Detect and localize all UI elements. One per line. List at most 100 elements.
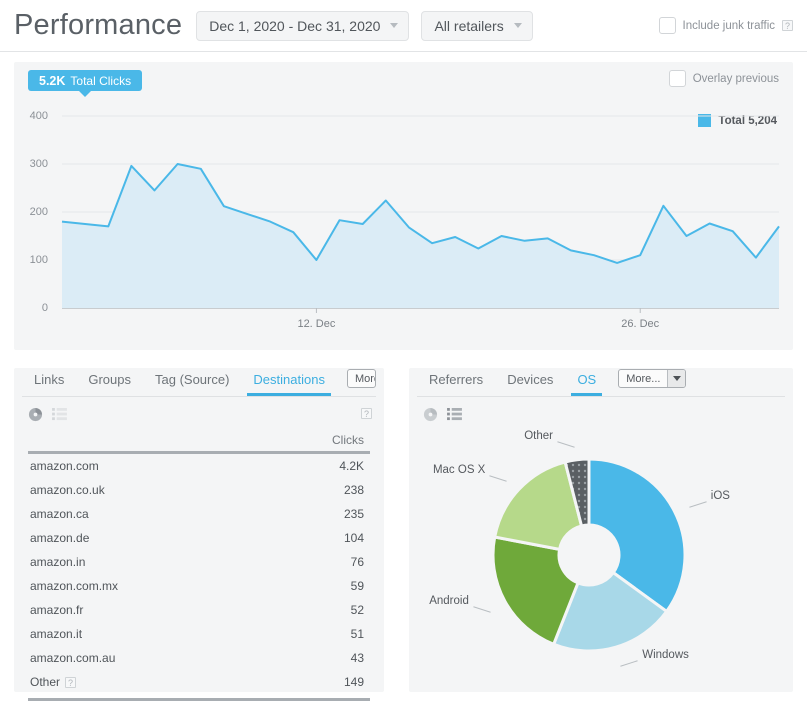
table-row[interactable]: amazon.com.mx 59 xyxy=(28,574,370,598)
row-label: amazon.com.mx xyxy=(30,579,118,593)
slice-label: Mac OS X xyxy=(432,464,486,477)
more-tabs-select[interactable]: More... xyxy=(618,369,687,388)
include-junk-traffic-control: Include junk traffic ? xyxy=(658,17,793,34)
retailer-filter-label: All retailers xyxy=(434,17,504,34)
row-label-text: amazon.it xyxy=(30,627,83,641)
help-icon[interactable]: ? xyxy=(361,408,372,419)
y-axis-tick: 100 xyxy=(29,254,48,266)
overlay-previous-checkbox[interactable] xyxy=(668,70,686,87)
destinations-view-toggle: ? xyxy=(14,397,384,427)
more-tabs-label: More... xyxy=(626,372,661,385)
destinations-panel: LinksGroupsTag (Source)Destinations More.… xyxy=(14,368,384,701)
tab-groups[interactable]: Groups xyxy=(76,368,143,395)
performance-dashboard: Performance Dec 1, 2020 - Dec 31, 2020 A… xyxy=(0,0,807,706)
list-view-icon[interactable] xyxy=(447,408,462,426)
row-value: 104 xyxy=(343,531,364,545)
page-title: Performance xyxy=(14,9,183,41)
x-axis-tick: 12. Dec xyxy=(297,318,336,330)
destinations-tabbar: LinksGroupsTag (Source)Destinations More.… xyxy=(22,368,376,397)
row-label-text: amazon.co.uk xyxy=(30,483,105,497)
pie-chart-icon[interactable] xyxy=(423,407,438,427)
slice-label: Android xyxy=(429,594,469,607)
table-row[interactable]: amazon.com.au 43 xyxy=(28,646,370,670)
overlay-previous-label: Overlay previous xyxy=(692,72,779,85)
x-axis-tick: 26. Dec xyxy=(621,318,660,330)
total-clicks-label: Total Clicks xyxy=(70,73,132,88)
slice-label: Windows xyxy=(642,648,689,661)
badge-pointer-icon xyxy=(79,91,92,97)
clicks-chart-svg xyxy=(61,115,780,313)
clicks-chart-card: 5.2K Total Clicks Overlay previous Total… xyxy=(14,62,793,350)
y-axis-tick: 400 xyxy=(29,110,48,122)
row-label-text: amazon.com.au xyxy=(30,651,116,665)
row-label: amazon.fr xyxy=(30,603,83,617)
table-footer-rule xyxy=(28,698,370,701)
more-tabs-select[interactable]: More... xyxy=(346,369,376,388)
slice-label: Other xyxy=(524,429,553,442)
row-label: amazon.in xyxy=(30,555,85,569)
row-label: amazon.com.au xyxy=(30,651,115,665)
overlay-previous-control: Overlay previous xyxy=(668,70,779,87)
row-label: Other? xyxy=(30,675,77,689)
table-row[interactable]: amazon.com 4.2K xyxy=(28,454,370,478)
row-label: amazon.de xyxy=(30,531,89,545)
table-row[interactable]: amazon.it 51 xyxy=(28,622,370,646)
row-label: amazon.com xyxy=(30,459,99,473)
row-value: 149 xyxy=(343,675,364,689)
page-header: Performance Dec 1, 2020 - Dec 31, 2020 A… xyxy=(0,0,807,52)
table-row[interactable]: amazon.in 76 xyxy=(28,550,370,574)
row-label: amazon.ca xyxy=(30,507,89,521)
row-value: 59 xyxy=(350,579,364,593)
row-label-text: amazon.ca xyxy=(30,507,89,521)
tab-destinations[interactable]: Destinations xyxy=(241,368,337,396)
retailer-filter-select[interactable]: All retailers xyxy=(421,10,533,41)
tab-devices[interactable]: Devices xyxy=(495,368,565,395)
chevron-down-icon xyxy=(390,23,399,28)
chevron-down-icon[interactable] xyxy=(667,370,686,387)
table-row[interactable]: amazon.ca 235 xyxy=(28,502,370,526)
chevron-down-icon xyxy=(513,23,522,28)
help-icon[interactable]: ? xyxy=(65,676,77,688)
row-label-text: amazon.in xyxy=(30,555,86,569)
row-label: amazon.co.uk xyxy=(30,483,105,497)
row-label-text: Other xyxy=(30,675,61,689)
more-tabs-label: More... xyxy=(354,372,375,385)
slice-label: iOS xyxy=(710,490,730,503)
row-label-text: amazon.com.mx xyxy=(30,579,119,593)
table-body: amazon.com 4.2K amazon.co.uk 238 amazon.ca 23… xyxy=(28,454,370,694)
destinations-table: Clicks amazon.com 4.2K amazon.co.uk 238 amaz… xyxy=(28,433,370,694)
row-value: 76 xyxy=(350,555,364,569)
y-axis-tick: 0 xyxy=(41,302,48,314)
tab-tag-source[interactable]: Tag (Source) xyxy=(143,368,241,395)
help-icon[interactable]: ? xyxy=(782,20,793,31)
table-header: Clicks xyxy=(28,433,370,454)
os-tabbar: Referrers Devices OS More... xyxy=(417,368,785,397)
column-header-clicks: Clicks xyxy=(332,433,364,447)
row-label-text: amazon.com xyxy=(30,459,99,473)
row-label: amazon.it xyxy=(30,627,82,641)
y-axis-tick: 200 xyxy=(29,206,48,218)
row-label-text: amazon.de xyxy=(30,531,90,545)
row-value: 235 xyxy=(343,507,364,521)
tab-referrers[interactable]: Referrers xyxy=(417,368,495,395)
tab-links[interactable]: Links xyxy=(22,368,76,395)
list-view-icon[interactable] xyxy=(52,408,67,426)
pie-chart-icon[interactable] xyxy=(28,407,43,427)
row-value: 4.2K xyxy=(339,459,364,473)
row-label-text: amazon.fr xyxy=(30,603,84,617)
table-row[interactable]: amazon.co.uk 238 xyxy=(28,478,370,502)
table-row[interactable]: amazon.fr 52 xyxy=(28,598,370,622)
os-donut-chart[interactable]: iOS Windows Android Mac OS X Other xyxy=(409,427,793,697)
clicks-area-chart[interactable]: 0 100 200 300 400 12. Dec 26. Dec xyxy=(14,102,793,350)
total-clicks-value: 5.2K xyxy=(39,73,66,88)
date-range-label: Dec 1, 2020 - Dec 31, 2020 xyxy=(209,17,381,34)
date-range-select[interactable]: Dec 1, 2020 - Dec 31, 2020 xyxy=(196,10,410,41)
total-clicks-badge[interactable]: 5.2K Total Clicks xyxy=(28,70,143,97)
table-row[interactable]: Other? 149 xyxy=(28,670,370,694)
row-value: 43 xyxy=(350,651,364,665)
y-axis-tick: 300 xyxy=(29,158,48,170)
include-junk-traffic-label: Include junk traffic xyxy=(682,19,775,32)
table-row[interactable]: amazon.de 104 xyxy=(28,526,370,550)
include-junk-traffic-checkbox[interactable] xyxy=(658,17,676,34)
tab-os[interactable]: OS xyxy=(565,368,608,396)
